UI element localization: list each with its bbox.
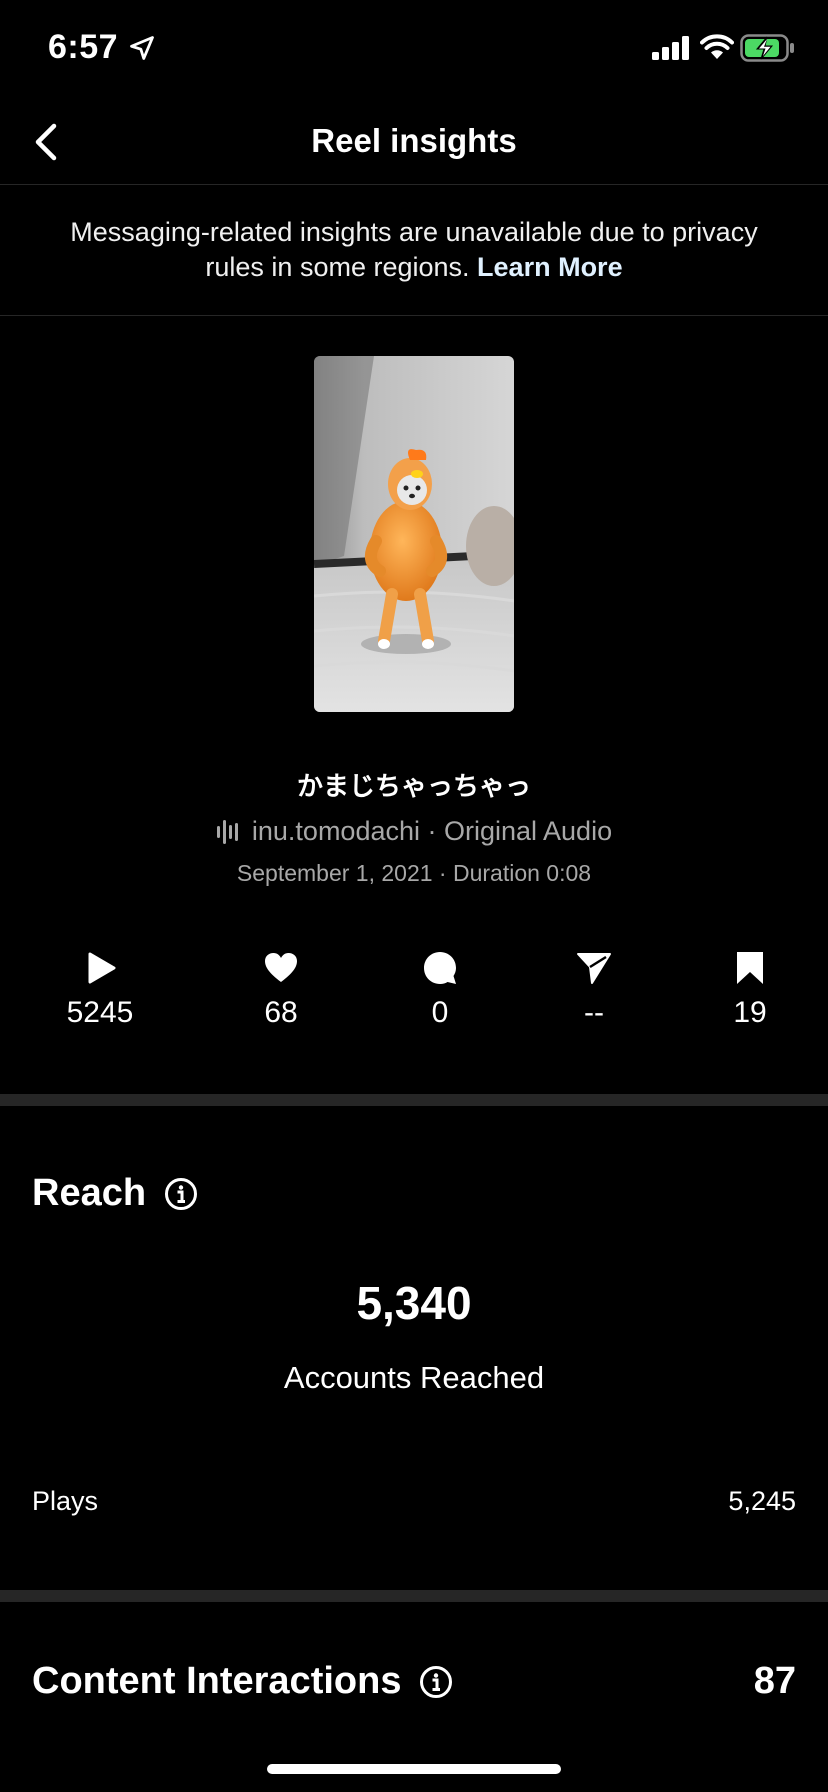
share-icon xyxy=(577,953,611,984)
reach-title: Reach xyxy=(32,1172,147,1214)
content-interactions-title: Content Interactions xyxy=(32,1660,402,1702)
content-interactions-value: 87 xyxy=(753,1660,796,1702)
privacy-notice-text: Messaging-related insights are unavailab… xyxy=(70,217,758,282)
reel-thumbnail[interactable] xyxy=(314,356,514,712)
reel-thumbnail-image xyxy=(314,356,514,712)
plays-stat: 5245 xyxy=(40,950,160,1030)
section-divider xyxy=(0,1590,828,1602)
accounts-reached-label: Accounts Reached xyxy=(283,1360,545,1395)
likes-count: 68 xyxy=(264,996,298,1029)
comments-count: 0 xyxy=(431,996,449,1029)
privacy-notice: Messaging-related insights are unavailab… xyxy=(0,185,828,316)
nav-bar: Reel insights xyxy=(0,100,828,185)
plays-label: Plays xyxy=(32,1486,99,1516)
home-indicator[interactable] xyxy=(267,1764,561,1774)
heart-icon xyxy=(265,953,297,982)
shares-stat: -- xyxy=(534,950,654,1030)
page-title: Reel insights xyxy=(311,122,517,159)
date-duration: September 1, 2021 · Duration 0:08 xyxy=(236,860,592,886)
saves-stat: 19 xyxy=(690,950,810,1030)
audio-waveform-icon xyxy=(216,819,238,844)
accounts-reached-value: 5,340 xyxy=(356,1277,472,1329)
reel-caption: かまじちゃっちゃっ xyxy=(296,771,531,801)
comment-icon xyxy=(424,952,456,984)
comments-stat: 0 xyxy=(380,950,500,1030)
plays-count: 5245 xyxy=(66,996,134,1029)
saves-count: 19 xyxy=(733,996,767,1029)
likes-stat: 68 xyxy=(221,950,341,1030)
cellular-signal-icon xyxy=(652,36,689,60)
bookmark-icon xyxy=(737,952,763,984)
info-icon[interactable] xyxy=(419,1665,453,1699)
wifi-icon xyxy=(700,34,734,59)
learn-more-link[interactable]: Learn More xyxy=(477,252,623,282)
battery-charging-icon xyxy=(740,34,794,62)
status-time: 6:57 xyxy=(48,28,119,66)
audio-text: inu.tomodachi · Original Audio xyxy=(251,816,613,846)
stats-row: 5245 68 0 -- 19 xyxy=(0,950,828,1050)
audio-attribution[interactable]: inu.tomodachi · Original Audio xyxy=(0,816,828,847)
reach-section-title: Reach xyxy=(32,1172,198,1215)
status-bar: 6:57 xyxy=(0,0,828,100)
info-icon[interactable] xyxy=(164,1177,198,1211)
shares-count: -- xyxy=(584,996,604,1029)
play-icon xyxy=(88,952,116,984)
location-arrow-icon xyxy=(130,36,154,60)
content-interactions-section-title: Content Interactions xyxy=(32,1660,453,1703)
privacy-notice-text-block: Messaging-related insights are unavailab… xyxy=(60,215,768,285)
section-divider xyxy=(0,1094,828,1106)
plays-value: 5,245 xyxy=(728,1486,796,1516)
